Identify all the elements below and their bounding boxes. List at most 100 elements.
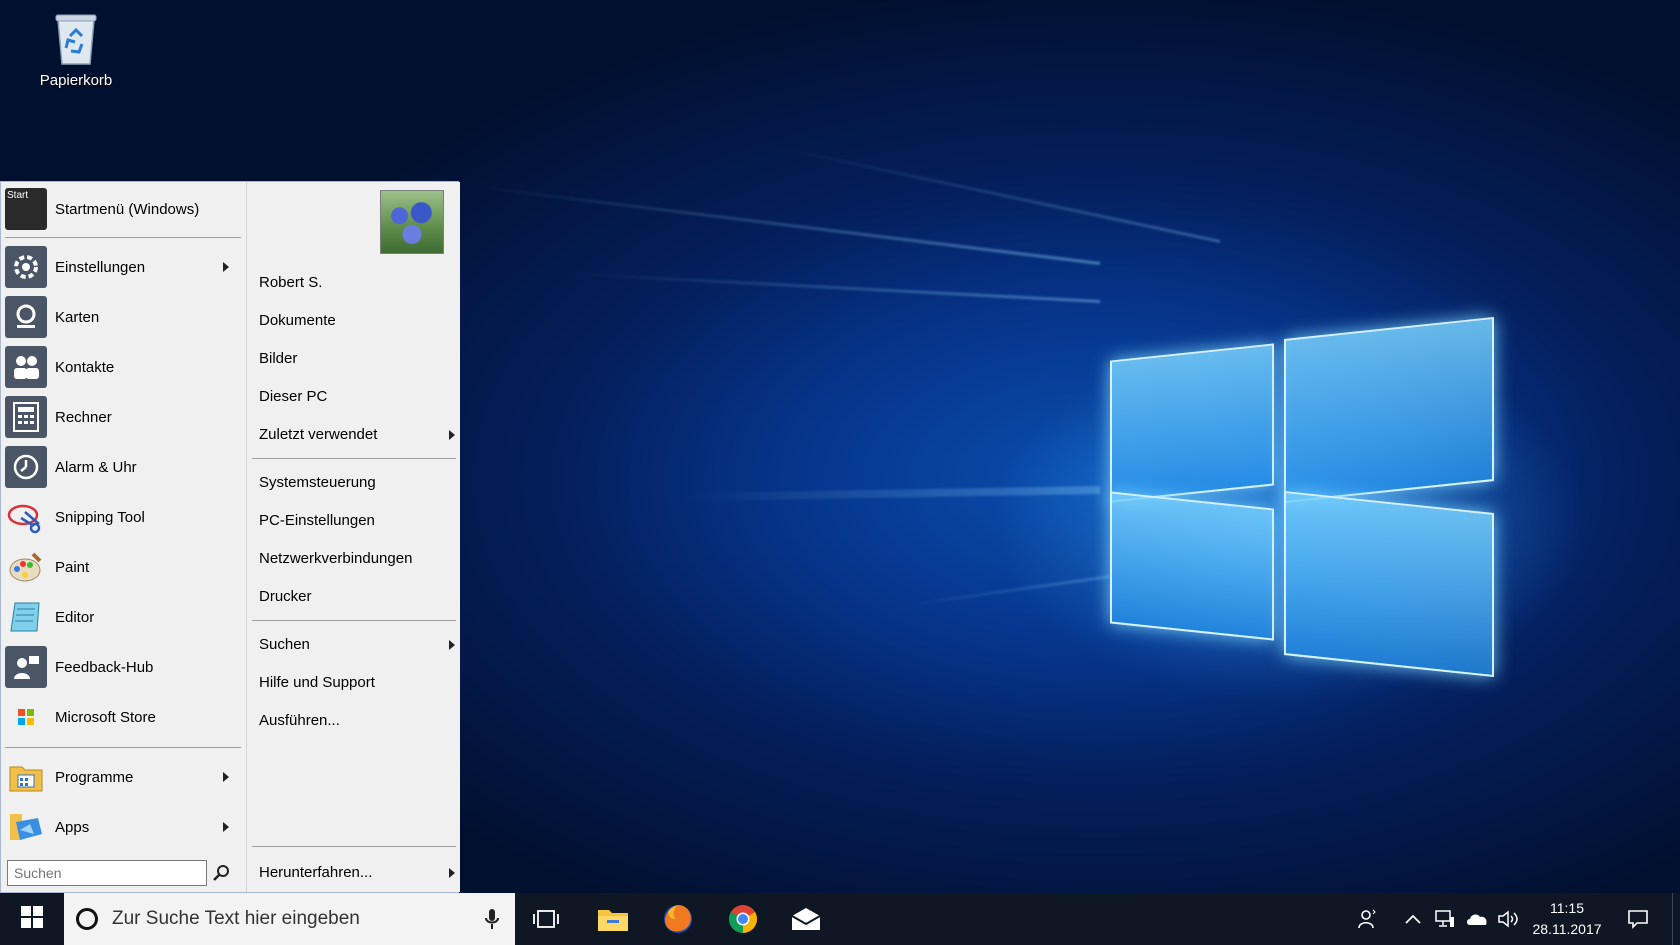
menu-item-label: Alarm & Uhr: [55, 458, 137, 476]
submenu-arrow-icon: [223, 262, 229, 272]
place-suchen[interactable]: Suchen: [259, 630, 455, 660]
firefox-icon[interactable]: [652, 893, 704, 945]
file-explorer-icon[interactable]: [587, 893, 639, 945]
calculator-icon: [5, 396, 47, 438]
place-label: Drucker: [259, 588, 312, 605]
submenu-arrow-icon: [223, 822, 229, 832]
start-menu-header[interactable]: Start Startmenü (Windows): [5, 186, 241, 232]
programs-folder-icon: [5, 756, 47, 798]
menu-item-snipping-tool[interactable]: Snipping Tool: [5, 494, 241, 540]
menu-item-label: Editor: [55, 608, 95, 626]
start-menu-right-column: Robert S. Dokumente Bilder Dieser PC Zul…: [246, 182, 460, 892]
windows-logo-icon: [21, 905, 43, 933]
cortana-icon: [76, 908, 98, 930]
menu-item-label: Kontakte: [55, 358, 115, 376]
menu-item-label: Rechner: [55, 408, 112, 426]
place-dokumente[interactable]: Dokumente: [259, 306, 449, 336]
menu-item-alarm[interactable]: Alarm & Uhr: [5, 444, 241, 490]
menu-item-apps[interactable]: Apps: [5, 804, 241, 850]
menu-item-einstellungen[interactable]: Einstellungen: [5, 244, 241, 290]
show-desktop-button[interactable]: [1672, 893, 1680, 945]
place-label: Systemsteuerung: [259, 474, 376, 491]
recycle-bin-shortcut[interactable]: Papierkorb: [28, 10, 124, 89]
place-pc-einstellungen[interactable]: PC-Einstellungen: [259, 506, 449, 536]
menu-item-microsoft-store[interactable]: Microsoft Store: [5, 694, 241, 740]
menu-item-editor[interactable]: Editor: [5, 594, 241, 640]
separator: [252, 846, 456, 847]
place-label: Dokumente: [259, 312, 336, 329]
recycle-bin-icon: [52, 10, 100, 66]
place-hilfe-und-support[interactable]: Hilfe und Support: [259, 668, 449, 698]
taskbar-search-placeholder: Zur Suche Text hier eingeben: [112, 908, 360, 929]
place-robert-s[interactable]: Robert S.: [259, 268, 449, 298]
separator: [252, 458, 456, 459]
place-bilder[interactable]: Bilder: [259, 344, 449, 374]
place-zuletzt-verwendet[interactable]: Zuletzt verwendet: [259, 420, 455, 450]
menu-item-label: Snipping Tool: [55, 508, 145, 526]
start-menu-left-column: Start Startmenü (Windows) Einstellungen …: [1, 182, 246, 892]
menu-item-kontakte[interactable]: Kontakte: [5, 344, 241, 390]
place-netzwerkverbindungen[interactable]: Netzwerkverbindungen: [259, 544, 449, 574]
separator: [252, 620, 456, 621]
chrome-icon[interactable]: [717, 893, 769, 945]
place-label: Zuletzt verwendet: [259, 426, 378, 443]
action-center-icon[interactable]: [1618, 893, 1658, 945]
place-label: Hilfe und Support: [259, 674, 375, 691]
menu-item-label: Feedback-Hub: [55, 658, 154, 676]
menu-item-feedback-hub[interactable]: Feedback-Hub: [5, 644, 241, 690]
menu-item-programme[interactable]: Programme: [5, 754, 241, 800]
start-menu-header-label: Startmenü (Windows): [55, 200, 200, 218]
place-label: Suchen: [259, 636, 310, 653]
place-label: Netzwerkverbindungen: [259, 550, 413, 567]
notepad-icon: [5, 596, 47, 638]
search-icon[interactable]: [211, 862, 233, 884]
menu-item-label: Karten: [55, 308, 100, 326]
shutdown-button[interactable]: Herunterfahren...: [259, 858, 455, 888]
clock-time: 11:15: [1550, 900, 1584, 916]
feedback-hub-icon: [5, 646, 47, 688]
submenu-arrow-icon: [449, 868, 455, 878]
menu-item-rechner[interactable]: Rechner: [5, 394, 241, 440]
volume-icon[interactable]: [1494, 893, 1524, 945]
menu-item-label: Apps: [55, 818, 90, 836]
start-menu-search-input[interactable]: [7, 860, 207, 886]
apps-icon: [5, 806, 47, 848]
store-icon: [5, 696, 47, 738]
clock-date: 28.11.2017: [1532, 921, 1602, 937]
recycle-bin-label: Papierkorb: [39, 72, 113, 89]
separator: [5, 237, 241, 238]
start-tile-icon: Start: [5, 188, 47, 230]
chevron-up-icon[interactable]: [1398, 893, 1428, 945]
clock[interactable]: 11:15 28.11.2017: [1526, 893, 1608, 945]
place-dieser-pc[interactable]: Dieser PC: [259, 382, 449, 412]
network-icon[interactable]: [1430, 893, 1460, 945]
menu-item-label: Programme: [55, 768, 134, 786]
people-icon[interactable]: [1352, 893, 1382, 945]
start-button[interactable]: [0, 893, 64, 945]
task-view-icon[interactable]: [520, 893, 572, 945]
microphone-icon[interactable]: [485, 908, 499, 935]
place-label: PC-Einstellungen: [259, 512, 375, 529]
onedrive-icon[interactable]: [1462, 893, 1492, 945]
submenu-arrow-icon: [449, 430, 455, 440]
taskbar: Zur Suche Text hier eingeben 11:15 28.11…: [0, 893, 1680, 945]
gear-icon: [5, 246, 47, 288]
paint-palette-icon: [5, 546, 47, 588]
menu-item-paint[interactable]: Paint: [5, 544, 241, 590]
menu-item-label: Microsoft Store: [55, 708, 156, 726]
place-ausfuehren[interactable]: Ausführen...: [259, 706, 449, 736]
place-drucker[interactable]: Drucker: [259, 582, 449, 612]
alarm-clock-icon: [5, 446, 47, 488]
place-label: Dieser PC: [259, 388, 328, 405]
submenu-arrow-icon: [223, 772, 229, 782]
place-label: Bilder: [259, 350, 298, 367]
shutdown-label: Herunterfahren...: [259, 864, 373, 881]
taskbar-search-box[interactable]: Zur Suche Text hier eingeben: [64, 893, 515, 945]
start-tile-text: Start: [7, 190, 29, 201]
start-menu: Start Startmenü (Windows) Einstellungen …: [0, 181, 460, 893]
place-label: Ausführen...: [259, 712, 340, 729]
place-systemsteuerung[interactable]: Systemsteuerung: [259, 468, 449, 498]
menu-item-karten[interactable]: Karten: [5, 294, 241, 340]
user-avatar[interactable]: [380, 190, 444, 254]
mail-icon[interactable]: [780, 893, 832, 945]
